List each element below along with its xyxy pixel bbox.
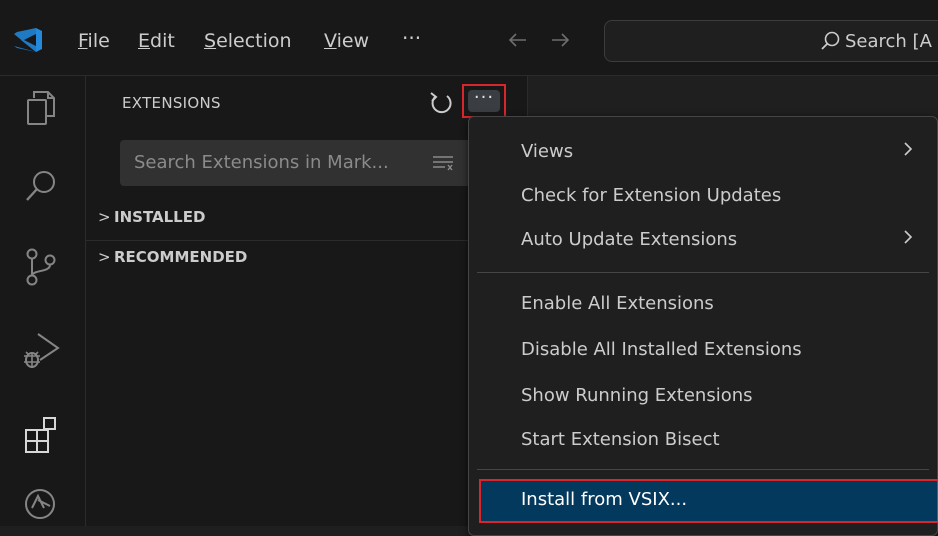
menu-selection[interactable]: Selection [204, 30, 292, 52]
menu-item-check-updates[interactable]: Check for Extension Updates [469, 175, 937, 219]
menu-file-mnemonic: F [78, 30, 88, 52]
chevron-right-icon [904, 142, 913, 156]
chevron-right-icon: > [98, 208, 111, 226]
menu-item-label: Install from VSIX... [521, 489, 688, 510]
extension-search-placeholder: Search Extensions in Mark... [134, 152, 389, 173]
menu-item-label: Disable All Installed Extensions [521, 339, 802, 360]
menu-file[interactable]: File [78, 30, 110, 52]
title-bar: File Edit Selection View ··· Search [A [0, 0, 938, 76]
section-recommended[interactable]: > RECOMMENDED [98, 248, 247, 274]
menu-item-enable-all[interactable]: Enable All Extensions [469, 283, 937, 327]
menu-view-rest: iew [336, 30, 370, 52]
more-actions-label: ··· [468, 89, 500, 112]
forward-arrow-icon[interactable] [548, 26, 572, 54]
menu-separator [477, 272, 929, 273]
menu-item-label: Auto Update Extensions [521, 229, 738, 250]
filter-icon[interactable] [432, 154, 454, 172]
menu-item-views[interactable]: Views [469, 131, 937, 175]
menu-item-label: Show Running Extensions [521, 385, 753, 406]
menu-item-label: Enable All Extensions [521, 293, 714, 314]
menu-item-label: Start Extension Bisect [521, 429, 720, 450]
more-actions-context-menu: Views Check for Extension Updates Auto U… [468, 116, 938, 536]
menu-item-label: Views [521, 141, 574, 162]
menu-edit-mnemonic: E [138, 30, 151, 52]
menu-separator [477, 469, 929, 470]
menu-overflow-button[interactable]: ··· [402, 26, 421, 50]
vscode-logo-icon[interactable] [10, 26, 44, 54]
extensions-icon[interactable] [18, 412, 64, 458]
extensions-sidebar: EXTENSIONS ··· Search Extensions in Mark… [86, 76, 528, 526]
menu-item-show-running[interactable]: Show Running Extensions [469, 375, 937, 419]
activity-bar [0, 76, 86, 526]
run-debug-icon[interactable] [18, 328, 64, 374]
menu-view[interactable]: View [324, 30, 369, 52]
menu-file-rest: ile [87, 30, 110, 52]
section-divider [86, 240, 528, 241]
menu-item-label: Check for Extension Updates [521, 185, 782, 206]
menu-edit[interactable]: Edit [138, 30, 175, 52]
section-installed[interactable]: > INSTALLED [98, 208, 205, 234]
section-installed-label: INSTALLED [114, 208, 206, 226]
menu-item-install-from-vsix[interactable]: Install from VSIX... [479, 479, 938, 523]
explorer-icon[interactable] [18, 84, 64, 130]
extension-search-input[interactable]: Search Extensions in Mark... [120, 140, 490, 186]
chevron-right-icon: > [98, 248, 111, 266]
menu-edit-rest: dit [150, 30, 175, 52]
sidebar-title: EXTENSIONS [122, 94, 221, 112]
search-icon[interactable] [18, 164, 64, 210]
remote-icon[interactable] [18, 476, 64, 522]
more-actions-button[interactable]: ··· [462, 84, 506, 118]
menu-view-mnemonic: V [324, 30, 337, 52]
command-center-text: Search [A [845, 31, 932, 52]
menu-item-disable-all[interactable]: Disable All Installed Extensions [469, 329, 937, 373]
section-recommended-label: RECOMMENDED [114, 248, 248, 266]
chevron-right-icon [904, 230, 913, 244]
menu-selection-rest: election [216, 30, 292, 52]
command-center-search[interactable]: Search [A [604, 20, 938, 62]
back-arrow-icon[interactable] [506, 26, 530, 54]
menu-selection-mnemonic: S [204, 30, 217, 52]
menu-item-auto-update[interactable]: Auto Update Extensions [469, 219, 937, 263]
search-lens-icon [821, 31, 840, 50]
source-control-icon[interactable] [18, 244, 64, 290]
menu-item-start-bisect[interactable]: Start Extension Bisect [469, 419, 937, 463]
refresh-icon[interactable] [426, 88, 456, 118]
